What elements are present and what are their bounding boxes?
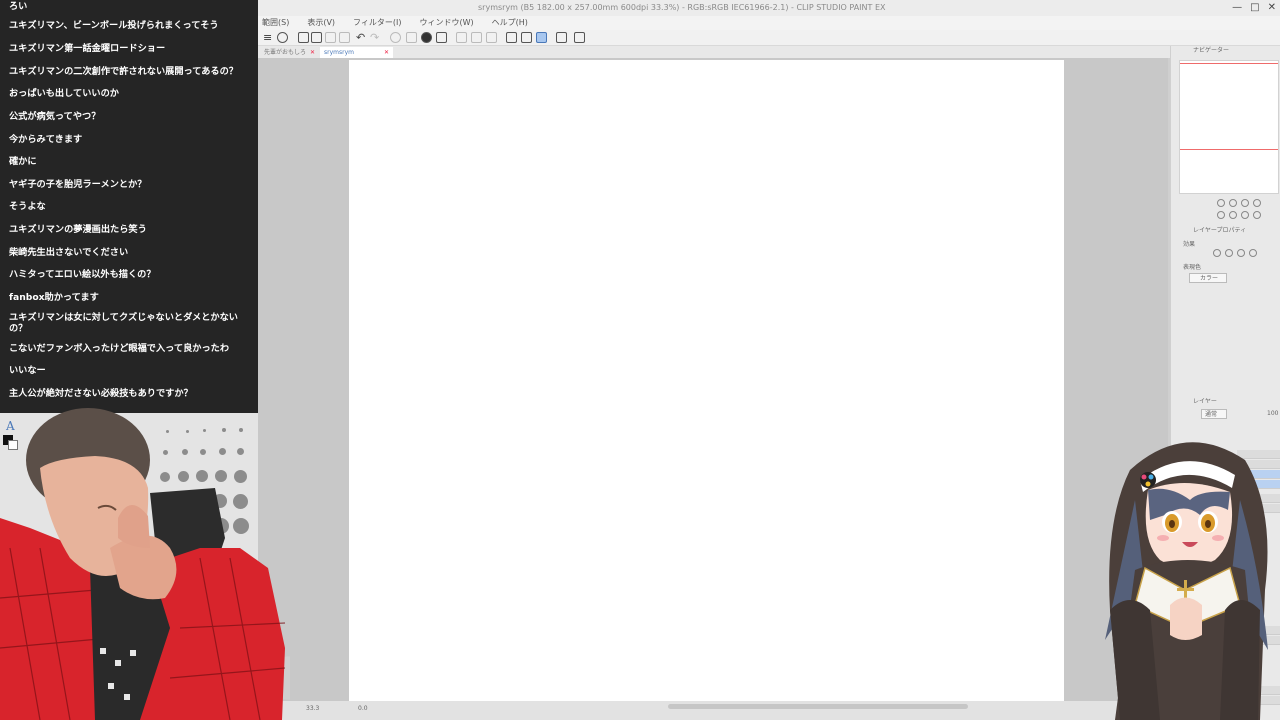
chat-comment: ユキズリマン、ビーンボール投げられまくってそう [9,20,219,31]
flip-icon[interactable] [1253,211,1261,219]
status-bar: 33.3 0.0 [258,701,1168,720]
zoom-out-icon[interactable] [1229,199,1237,207]
canvas-tabs: 先輩がおもしろ ✕ srymsrym ✕ [258,46,1170,58]
zoom-in-icon[interactable] [1217,199,1225,207]
tab-document-2[interactable]: srymsrym ✕ [320,47,394,58]
chat-comment: 今からみてきます [9,134,83,145]
hamburger-icon[interactable]: ≡ [263,32,272,43]
opacity-value[interactable]: 100 [1267,410,1278,417]
blend-mode-value: 通常 [1205,411,1218,418]
fill-icon[interactable] [406,32,417,43]
settings-icon[interactable] [277,32,288,43]
command-bar: ≡ ↶ ↷ [258,30,1280,46]
menu-select[interactable]: 範囲(S) [262,16,289,30]
navigator-title[interactable]: ナビゲーター [1193,46,1229,55]
menu-help[interactable]: ヘルプ(H) [492,16,528,30]
rotate-right-icon[interactable] [1229,211,1237,219]
view-frame-top [1180,63,1278,64]
chat-comment: いいなー [9,365,46,376]
chat-comment: そうよな [9,201,46,212]
expression-color-label: 表現色 [1183,264,1202,271]
rotate-left-icon[interactable] [1217,211,1225,219]
rotation-angle[interactable]: 0.0 [358,705,368,712]
new-file-icon[interactable] [298,32,309,43]
open-file-icon[interactable] [311,32,322,43]
print-icon[interactable] [339,32,350,43]
chat-comment: ハミタってエロい絵以外も描くの？ [9,269,156,280]
effect-label: 効果 [1183,241,1196,248]
canvas-workspace[interactable] [258,58,1168,703]
bucket-icon[interactable] [421,32,432,43]
tab-label: srymsrym [324,49,354,56]
window-controls: — □ ✕ [1232,0,1276,16]
tab-label: 先輩がおもしろ [264,49,307,56]
navigator-rotate-controls [1217,211,1261,219]
layer-property-title[interactable]: レイヤープロパティ [1193,226,1246,235]
maximize-button[interactable]: □ [1250,0,1259,16]
chat-comment: ユキズリマンの二次創作で許されない展開ってあるの？ [9,66,238,77]
effect-tone-icon[interactable] [1237,249,1245,257]
transform-icon[interactable] [436,32,447,43]
navigator-controls [1217,199,1261,207]
window-title: srymsrym (B5 182.00 x 257.00mm 600dpi 33… [478,3,886,12]
zoom-level[interactable]: 33.3 [306,705,319,712]
navigator-preview[interactable] [1179,60,1279,194]
effect-buttons [1213,249,1257,257]
layer-panel-title[interactable]: レイヤー [1193,397,1217,406]
tab-document-1[interactable]: 先輩がおもしろ ✕ [260,47,319,58]
close-tab-icon[interactable]: ✕ [384,49,389,56]
chat-comment-overlay: ろい ユキズリマン、ビーンボール投げられまくってそう ユキズリマン第一話金曜ロー… [0,0,258,413]
fit-icon[interactable] [1241,199,1249,207]
chat-comment: こないだファンボ入ったけど眼福で入って良かったわ [9,343,230,354]
reset-rotation-icon[interactable] [1241,211,1249,219]
chat-comment: 確かに [9,156,37,167]
pen-ruler-icon[interactable] [506,32,517,43]
clear-icon[interactable] [390,32,401,43]
title-bar: srymsrym (B5 182.00 x 257.00mm 600dpi 33… [258,0,1280,16]
expression-color-value: カラー [1200,275,1219,282]
effect-watercolor-icon[interactable] [1225,249,1233,257]
horizontal-scrollbar[interactable] [668,704,968,709]
phone-icon[interactable] [556,32,567,43]
chat-comment: 公式が病気ってやつ？ [9,111,101,122]
screen: A srymsrym (B5 182.00 x 257.00mm 600dpi … [0,0,1280,720]
crop-icon[interactable] [486,32,497,43]
effect-layer-color-icon[interactable] [1249,249,1257,257]
snap-icon[interactable] [521,32,532,43]
menu-bar: 範囲(S) 表示(V) フィルター(I) ウィンドウ(W) ヘルプ(H) [258,16,1280,30]
deselect-icon[interactable] [456,32,467,43]
close-tab-icon[interactable]: ✕ [310,49,315,56]
chat-comment: ユキズリマンの夢漫画出たら笑う [9,224,147,235]
chat-comment: ろい [9,1,28,12]
invert-selection-icon[interactable] [471,32,482,43]
expression-color-select[interactable]: カラー [1189,273,1227,283]
view-frame-bottom [1180,149,1278,150]
close-button[interactable]: ✕ [1268,0,1276,16]
menu-window[interactable]: ウィンドウ(W) [420,16,474,30]
chat-comment: ユキズリマンは女に対してクズじゃないとダメとかないの？ [9,312,238,334]
companion-icon[interactable] [574,32,585,43]
chat-comment: ヤギ子の子を胎児ラーメンとか？ [9,179,147,190]
menu-view[interactable]: 表示(V) [307,16,335,30]
menu-filter[interactable]: フィルター(I) [353,16,401,30]
chat-comment: 柴崎先生出さないでください [9,247,129,258]
vtuber-avatar [1105,442,1268,720]
actual-size-icon[interactable] [1253,199,1261,207]
redo-icon[interactable]: ↷ [370,31,379,44]
minimize-button[interactable]: — [1232,0,1242,16]
chat-comment: おっぱいも出していいのか [9,88,119,99]
webcam-streamer [0,408,290,720]
chat-comment: fanbox助かってます [9,292,99,303]
chat-comment: ユキズリマン第一話金曜ロードショー [9,43,166,54]
snap-ruler-icon[interactable] [536,32,547,43]
undo-icon[interactable]: ↶ [356,31,365,44]
blend-mode-select[interactable]: 通常 [1201,409,1227,419]
drawing-canvas[interactable] [349,60,1064,703]
save-icon[interactable] [325,32,336,43]
effect-border-icon[interactable] [1213,249,1221,257]
